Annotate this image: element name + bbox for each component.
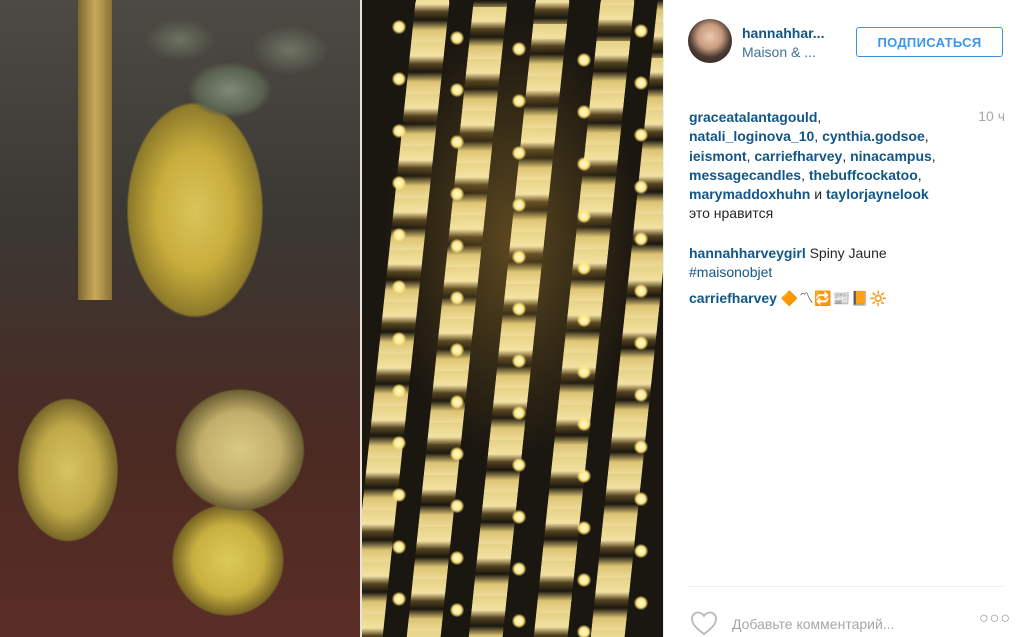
- like-user-link[interactable]: messagecandles: [689, 167, 801, 183]
- photo-light-glow: [392, 176, 406, 190]
- photo-light-glow: [512, 510, 526, 524]
- follow-button[interactable]: ПОДПИСАТЬСЯ: [856, 27, 1003, 57]
- comment-text: 🔶〽🔁📰📙🔆: [780, 290, 889, 306]
- comment-text: Spiny Jaune: [809, 245, 887, 261]
- photo-light-glow: [577, 313, 591, 327]
- photo-light-glow: [634, 336, 648, 350]
- photo-light-glow: [392, 592, 406, 606]
- photo-light-glow: [577, 469, 591, 483]
- photo-light-glow: [512, 354, 526, 368]
- like-user-link[interactable]: ieismont: [689, 148, 747, 164]
- like-user-link[interactable]: thebuffcockatoo: [809, 167, 918, 183]
- photo-light-glow: [577, 261, 591, 275]
- photo-light-glow: [577, 53, 591, 67]
- photo-light-glow: [392, 488, 406, 502]
- photo-light-glow: [512, 94, 526, 108]
- photo-wooden-post: [78, 0, 112, 300]
- photo-light-glow: [450, 291, 464, 305]
- photo-light-glow: [450, 343, 464, 357]
- photo-light-glow: [512, 198, 526, 212]
- likes-list: graceatalantagould, natali_loginova_10, …: [689, 109, 936, 222]
- photo-light-glow: [512, 562, 526, 576]
- like-user-link[interactable]: taylorjaynelook: [826, 186, 929, 202]
- photo-light-glow: [634, 180, 648, 194]
- photo-right-chains: [362, 0, 663, 637]
- photo-light-glow: [512, 458, 526, 472]
- photo-light-glow: [577, 365, 591, 379]
- divider: [689, 586, 1004, 587]
- like-user-link[interactable]: marymaddoxhuhn: [689, 186, 810, 202]
- photo-light-glow: [634, 388, 648, 402]
- photo-light-glow: [634, 596, 648, 610]
- photo-light-glow: [450, 447, 464, 461]
- photo-light-glow: [392, 540, 406, 554]
- like-user-link[interactable]: graceatalantagould: [689, 109, 817, 125]
- photo-light-glow: [450, 83, 464, 97]
- photo-light-glow: [634, 24, 648, 38]
- photo-light-glow: [577, 209, 591, 223]
- photo-light-glow: [577, 573, 591, 587]
- photo-light-glow: [450, 603, 464, 617]
- photo-pineapple-leaves: [120, 0, 340, 150]
- like-user-link[interactable]: cynthia.godsoe: [822, 128, 925, 144]
- photo-light-glow: [512, 406, 526, 420]
- photo-light-glow: [392, 228, 406, 242]
- likes-and-word: и: [814, 186, 823, 203]
- photo-light-glow: [512, 146, 526, 160]
- post-time[interactable]: 10 ч: [978, 108, 1005, 124]
- photo-light-glow: [450, 187, 464, 201]
- caption-comment: hannahharveygirl Spiny Jaune #maisonobje…: [689, 244, 1009, 283]
- photo-light-glow: [634, 76, 648, 90]
- post-photo[interactable]: [0, 0, 663, 637]
- photo-light-glow: [512, 42, 526, 56]
- photo-left-pineapples: [0, 0, 360, 637]
- like-user-link[interactable]: carriefharvey: [754, 148, 842, 164]
- avatar[interactable]: [688, 19, 732, 63]
- photo-light-glow: [634, 232, 648, 246]
- likes-suffix: это нравится: [689, 205, 774, 222]
- photo-light-glow: [577, 105, 591, 119]
- photo-light-glow: [634, 544, 648, 558]
- add-comment-input[interactable]: [732, 613, 962, 635]
- author-username[interactable]: hannahhar...: [742, 25, 824, 41]
- hashtag-link[interactable]: #maisonobjet: [689, 264, 772, 280]
- photo-light-glow: [392, 124, 406, 138]
- heart-icon[interactable]: [689, 609, 719, 637]
- comment-item: carriefharvey 🔶〽🔁📰📙🔆: [689, 289, 1009, 308]
- more-options-icon[interactable]: ○○○: [979, 610, 1011, 628]
- photo-light-glow: [392, 20, 406, 34]
- photo-light-glow: [450, 135, 464, 149]
- comment-user-link[interactable]: hannahharveygirl: [689, 245, 806, 261]
- photo-light-glow: [450, 499, 464, 513]
- post-location[interactable]: Maison & ...: [742, 44, 816, 60]
- photo-light-glow: [634, 128, 648, 142]
- photo-light-glow: [392, 72, 406, 86]
- comment-user-link[interactable]: carriefharvey: [689, 290, 777, 306]
- photo-light-glow: [577, 521, 591, 535]
- photo-light-glow: [577, 157, 591, 171]
- photo-light-glow: [512, 614, 526, 628]
- photo-light-glow: [392, 280, 406, 294]
- photo-light-glow: [450, 31, 464, 45]
- photo-light-glow: [392, 332, 406, 346]
- photo-light-glow: [577, 417, 591, 431]
- like-user-link[interactable]: ninacampus: [850, 148, 932, 164]
- photo-light-glow: [450, 239, 464, 253]
- like-user-link[interactable]: natali_loginova_10: [689, 128, 814, 144]
- photo-light-glow: [392, 384, 406, 398]
- photo-light-glow: [634, 440, 648, 454]
- photo-light-glow: [512, 250, 526, 264]
- photo-light-glow: [450, 395, 464, 409]
- photo-light-glow: [450, 551, 464, 565]
- post-side-panel: [663, 0, 1033, 637]
- photo-light-glow: [634, 492, 648, 506]
- photo-light-glow: [512, 302, 526, 316]
- photo-light-glow: [577, 625, 591, 637]
- photo-light-glow: [392, 436, 406, 450]
- photo-light-glow: [634, 284, 648, 298]
